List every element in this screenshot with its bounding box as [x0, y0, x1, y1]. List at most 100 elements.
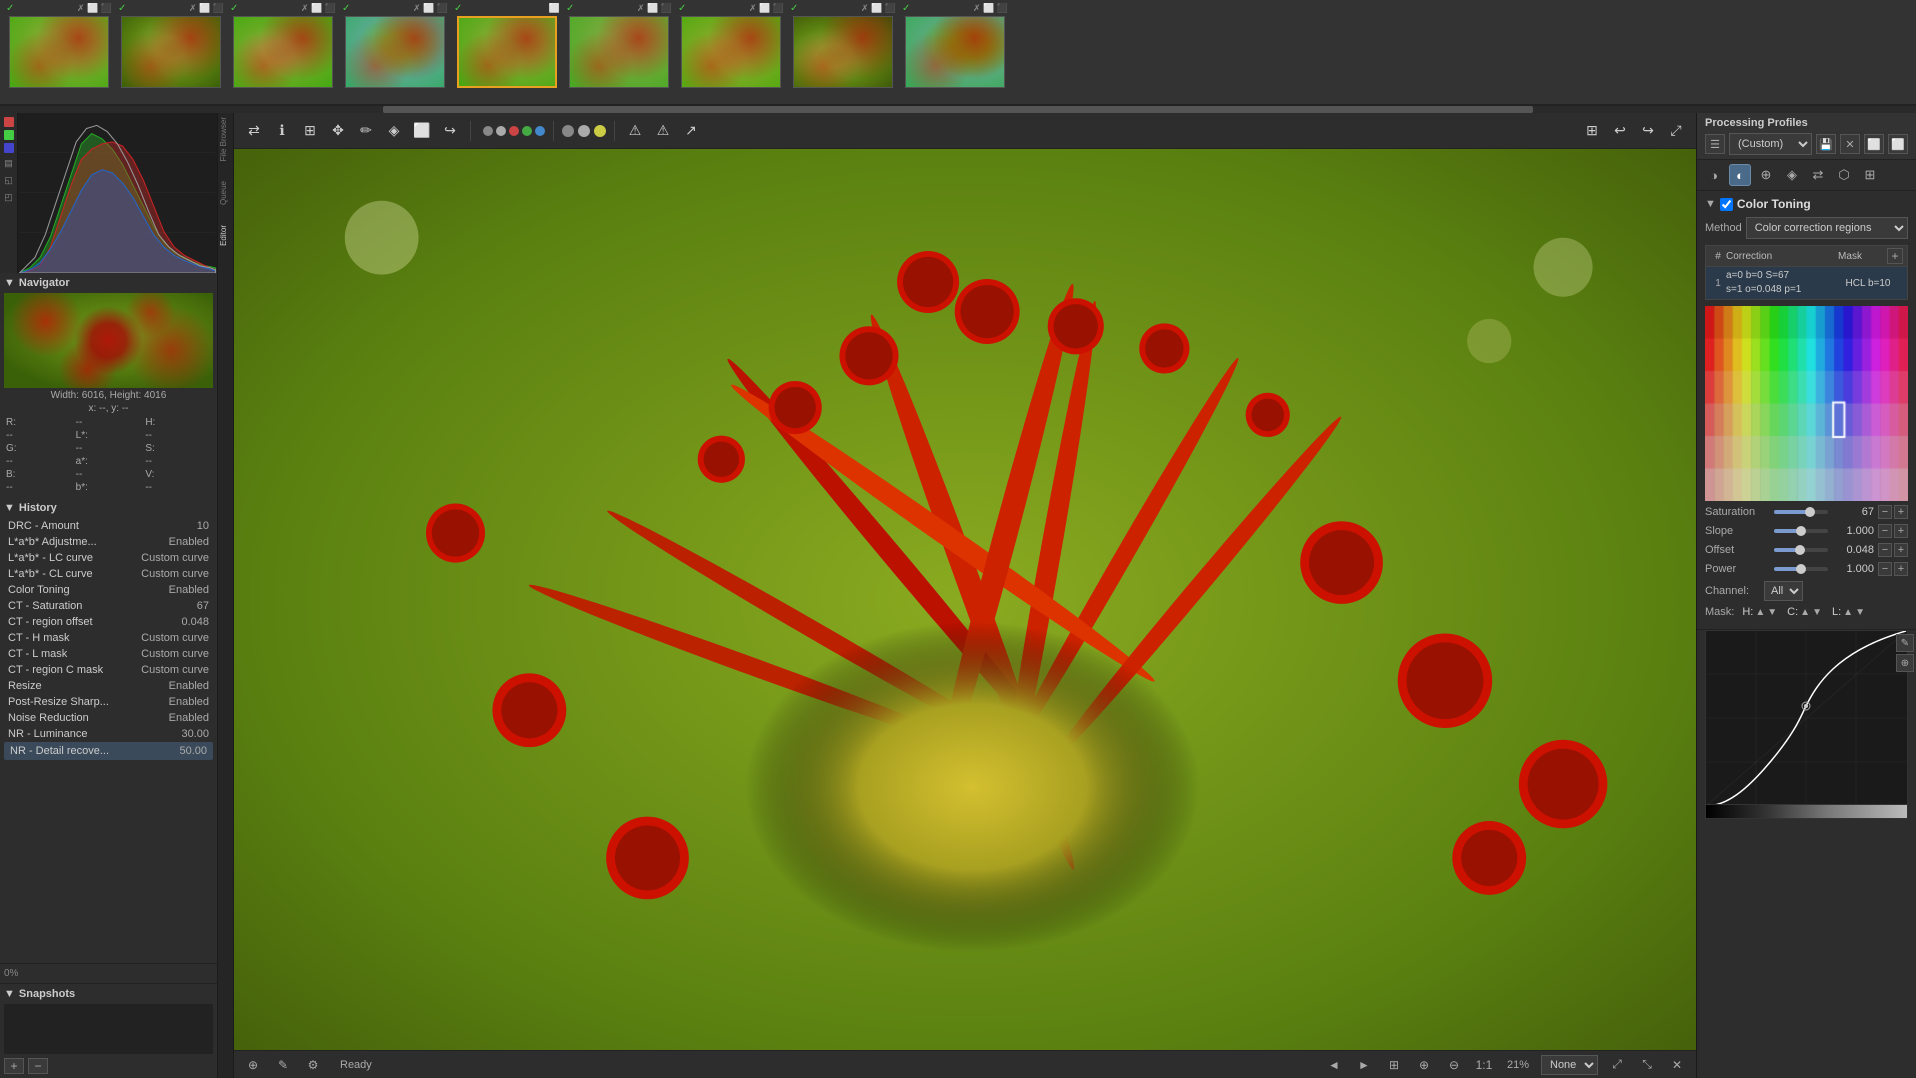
rotate-tool-button[interactable]: ↪: [438, 119, 462, 143]
dot-green[interactable]: [522, 126, 532, 136]
ct-expand-icon[interactable]: ▼: [1705, 198, 1716, 210]
export-button[interactable]: ↗: [679, 119, 703, 143]
zoom-fit-button[interactable]: ⊞: [1383, 1055, 1405, 1075]
none-select[interactable]: None: [1541, 1055, 1598, 1075]
mask-h-down[interactable]: ▼: [1767, 607, 1777, 618]
meta-icon[interactable]: ⊞: [1859, 164, 1881, 186]
film-thumb-2[interactable]: ✓✗ ⬜ ⬛: [116, 0, 226, 104]
slope-minus[interactable]: −: [1878, 524, 1892, 538]
film-thumb-6[interactable]: ✓✗ ⬜ ⬛: [564, 0, 674, 104]
histogram-icon-3[interactable]: ◰: [2, 190, 16, 204]
mask-c-up[interactable]: ▲: [1800, 607, 1810, 618]
channel-select[interactable]: All: [1764, 581, 1803, 601]
grid-tool-button[interactable]: ⊞: [298, 119, 322, 143]
nav-back-button[interactable]: ◄: [1323, 1055, 1345, 1075]
zoom-in-button[interactable]: ⊞: [1580, 119, 1604, 143]
power-minus[interactable]: −: [1878, 562, 1892, 576]
left-tab-file-browser[interactable]: File Browser: [219, 117, 233, 161]
image-view[interactable]: [234, 149, 1696, 1050]
history-item-color-toning[interactable]: Color Toning Enabled: [4, 582, 213, 598]
power-plus[interactable]: +: [1894, 562, 1908, 576]
curve-svg[interactable]: [1705, 630, 1908, 805]
history-item-nr-detail[interactable]: NR - Detail recove... 50.00: [4, 742, 213, 760]
history-item-ct-sat[interactable]: CT - Saturation 67: [4, 598, 213, 614]
history-item-lab-cl[interactable]: L*a*b* - CL curve Custom curve: [4, 566, 213, 582]
status-edit-button[interactable]: ✎: [272, 1055, 294, 1075]
film-thumb-1[interactable]: ✓ ✗ ⬜ ⬛: [4, 0, 114, 104]
exposure-icon[interactable]: ◑: [1703, 164, 1725, 186]
film-thumb-5[interactable]: ✓ ⬜: [452, 0, 562, 104]
crop-tool-button[interactable]: ⬜: [410, 119, 434, 143]
circle-indicator-2[interactable]: [578, 125, 590, 137]
color-swatch-green[interactable]: [4, 130, 14, 140]
history-item-ct-cmask[interactable]: CT - region C mask Custom curve: [4, 662, 213, 678]
histogram-icon-1[interactable]: ▤: [2, 156, 16, 170]
method-select[interactable]: Color correction regions: [1746, 217, 1908, 239]
film-thumb-3[interactable]: ✓✗ ⬜ ⬛: [228, 0, 338, 104]
proc-profiles-delete-button[interactable]: ✕: [1840, 134, 1860, 154]
film-thumb-9[interactable]: ✓✗ ⬜ ⬛: [900, 0, 1010, 104]
left-tab-queue[interactable]: Queue: [219, 181, 233, 205]
hand-tool-button[interactable]: ✥: [326, 119, 350, 143]
offset-plus[interactable]: +: [1894, 543, 1908, 557]
slope-plus[interactable]: +: [1894, 524, 1908, 538]
add-correction-button[interactable]: +: [1887, 248, 1903, 264]
history-item-nr-lum[interactable]: NR - Luminance 30.00: [4, 726, 213, 742]
dot-blue[interactable]: [535, 126, 545, 136]
offset-minus[interactable]: −: [1878, 543, 1892, 557]
curve-edit-btn-1[interactable]: ✎: [1896, 634, 1914, 652]
dot-gray2[interactable]: [496, 126, 506, 136]
circle-indicator-3[interactable]: [594, 125, 606, 137]
left-tab-editor[interactable]: Editor: [219, 225, 233, 246]
film-thumb-8[interactable]: ✓✗ ⬜ ⬛: [788, 0, 898, 104]
warning-button[interactable]: ⚠: [651, 119, 675, 143]
mask-l-down[interactable]: ▼: [1855, 607, 1865, 618]
history-item-lab-adj[interactable]: L*a*b* Adjustme... Enabled: [4, 534, 213, 550]
history-item-drc[interactable]: DRC - Amount 10: [4, 518, 213, 534]
circle-indicator-1[interactable]: [562, 125, 574, 137]
zoom-100-button[interactable]: 1:1: [1473, 1055, 1495, 1075]
color-toning-enabled-checkbox[interactable]: [1720, 198, 1733, 211]
history-item-resize[interactable]: Resize Enabled: [4, 678, 213, 694]
dot-red[interactable]: [509, 126, 519, 136]
proc-profiles-copy-button[interactable]: ⬜: [1864, 134, 1884, 154]
saturation-plus[interactable]: +: [1894, 505, 1908, 519]
history-item-post-resize[interactable]: Post-Resize Sharp... Enabled: [4, 694, 213, 710]
saturation-track[interactable]: [1774, 510, 1828, 514]
undo-button[interactable]: ↩: [1608, 119, 1632, 143]
mask-c-down[interactable]: ▼: [1812, 607, 1822, 618]
history-item-ct-hmask[interactable]: CT - H mask Custom curve: [4, 630, 213, 646]
saturation-minus[interactable]: −: [1878, 505, 1892, 519]
detail-icon[interactable]: ⊕: [1755, 164, 1777, 186]
color-swatch-red[interactable]: [4, 117, 14, 127]
fullscreen-status-button[interactable]: ⤢: [1606, 1055, 1628, 1075]
picker-tool-button[interactable]: ◈: [382, 119, 406, 143]
film-thumb-4[interactable]: ✓✗ ⬜ ⬛: [340, 0, 450, 104]
offset-track[interactable]: [1774, 548, 1828, 552]
dot-gray1[interactable]: [483, 126, 493, 136]
proc-profiles-paste-button[interactable]: ⬜: [1888, 134, 1908, 154]
snapshots-collapse-icon[interactable]: ▼: [4, 988, 15, 1000]
status-settings-button[interactable]: ⚙: [302, 1055, 324, 1075]
mask-h-up[interactable]: ▲: [1755, 607, 1765, 618]
power-track[interactable]: [1774, 567, 1828, 571]
curve-edit-btn-2[interactable]: ⊕: [1896, 654, 1914, 672]
film-thumb-7[interactable]: ✓✗ ⬜ ⬛: [676, 0, 786, 104]
proc-profiles-list-button[interactable]: ☰: [1705, 134, 1725, 154]
before-after-button[interactable]: ⚠: [623, 119, 647, 143]
history-collapse-icon[interactable]: ▼: [4, 502, 15, 514]
zoom-in-status-button[interactable]: ⊕: [1413, 1055, 1435, 1075]
maximize-button[interactable]: ⤡: [1636, 1055, 1658, 1075]
remove-snapshot-button[interactable]: −: [28, 1058, 48, 1074]
pencil-tool-button[interactable]: ✏: [354, 119, 378, 143]
redo-button[interactable]: ↪: [1636, 119, 1660, 143]
nav-forward-button[interactable]: ►: [1353, 1055, 1375, 1075]
history-item-ct-offset[interactable]: CT - region offset 0.048: [4, 614, 213, 630]
histogram-icon-2[interactable]: ◱: [2, 173, 16, 187]
raw-icon[interactable]: ⬡: [1833, 164, 1855, 186]
info-tool-button[interactable]: ℹ: [270, 119, 294, 143]
history-item-lab-lc[interactable]: L*a*b* - LC curve Custom curve: [4, 550, 213, 566]
close-view-button[interactable]: ✕: [1666, 1055, 1688, 1075]
correction-row-1[interactable]: 1 a=0 b=0 S=67 s=1 o=0.048 p=1 HCL b=10: [1705, 267, 1908, 300]
mask-l-up[interactable]: ▲: [1843, 607, 1853, 618]
